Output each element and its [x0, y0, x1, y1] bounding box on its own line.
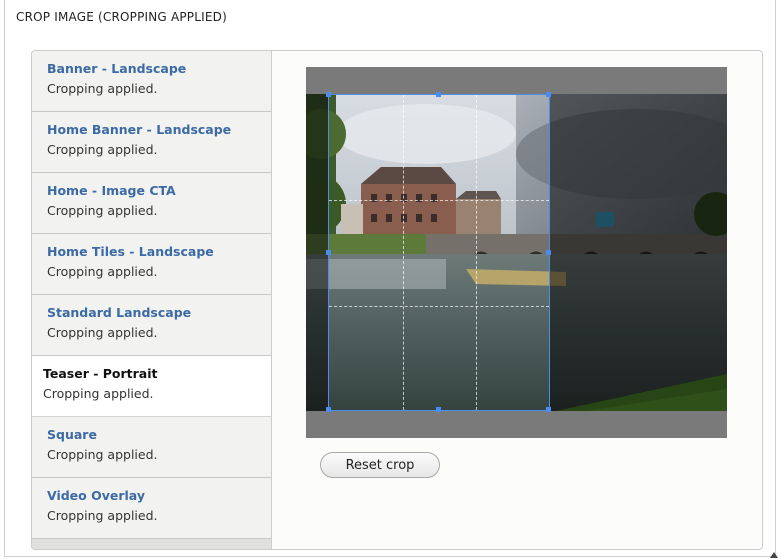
- tab-status: Cropping applied.: [43, 386, 154, 401]
- tab-title: Home - Image CTA: [47, 183, 176, 198]
- tab-status: Cropping applied.: [47, 325, 158, 340]
- tab-title: Standard Landscape: [47, 305, 192, 320]
- crop-handle-n[interactable]: [436, 92, 441, 97]
- tab-title: Square: [47, 427, 97, 442]
- tab-title: Teaser - Portrait: [43, 366, 158, 381]
- reset-crop-button[interactable]: Reset crop: [320, 452, 440, 478]
- crop-grid-line: [329, 200, 549, 201]
- tab-square[interactable]: Square Cropping applied.: [32, 417, 271, 478]
- tab-home-image-cta[interactable]: Home - Image CTA Cropping applied.: [32, 173, 271, 234]
- crop-selection[interactable]: [326, 92, 551, 412]
- crop-handle-w[interactable]: [326, 249, 331, 255]
- tab-title: Banner - Landscape: [47, 61, 187, 76]
- tab-status: Cropping applied.: [47, 264, 158, 279]
- tab-status: Cropping applied.: [47, 81, 158, 96]
- tab-standard-landscape[interactable]: Standard Landscape Cropping applied.: [32, 295, 271, 356]
- crop-grid-line: [403, 95, 404, 410]
- tab-home-banner-landscape[interactable]: Home Banner - Landscape Cropping applied…: [32, 112, 271, 173]
- crop-handle-nw[interactable]: [326, 92, 331, 97]
- crop-handle-ne[interactable]: [546, 92, 551, 97]
- crop-handle-s[interactable]: [436, 407, 441, 412]
- tab-teaser-portrait[interactable]: Teaser - Portrait Cropping applied.: [32, 356, 271, 417]
- crop-grid-line: [476, 95, 477, 410]
- crop-image-fieldset: CROP IMAGE (CROPPING APPLIED) Banner - L…: [4, 0, 776, 557]
- crop-mask-left: [306, 94, 328, 411]
- tab-banner-landscape[interactable]: Banner - Landscape Cropping applied.: [32, 51, 271, 112]
- crop-grid-line: [329, 306, 549, 307]
- tab-status: Cropping applied.: [47, 447, 158, 462]
- crop-panel: Banner - Landscape Cropping applied. Hom…: [31, 50, 763, 550]
- tab-title: Home Banner - Landscape: [47, 122, 232, 137]
- tab-home-tiles-landscape[interactable]: Home Tiles - Landscape Cropping applied.: [32, 234, 271, 295]
- crop-handle-sw[interactable]: [326, 407, 331, 412]
- crop-mask-right: [550, 94, 727, 411]
- tab-status: Cropping applied.: [47, 508, 158, 523]
- tab-status: Cropping applied.: [47, 142, 158, 157]
- crop-handle-e[interactable]: [546, 249, 551, 255]
- crop-handle-se[interactable]: [546, 407, 551, 412]
- tab-title: Video Overlay: [47, 488, 146, 503]
- tabs-footer: [32, 539, 271, 549]
- crop-area: [306, 67, 727, 438]
- tab-title: Home Tiles - Landscape: [47, 244, 214, 259]
- mouse-cursor-icon: [770, 552, 778, 558]
- crop-type-tabs: Banner - Landscape Cropping applied. Hom…: [32, 51, 272, 549]
- tab-video-overlay[interactable]: Video Overlay Cropping applied.: [32, 478, 271, 539]
- tab-status: Cropping applied.: [47, 203, 158, 218]
- fieldset-legend: CROP IMAGE (CROPPING APPLIED): [16, 10, 227, 24]
